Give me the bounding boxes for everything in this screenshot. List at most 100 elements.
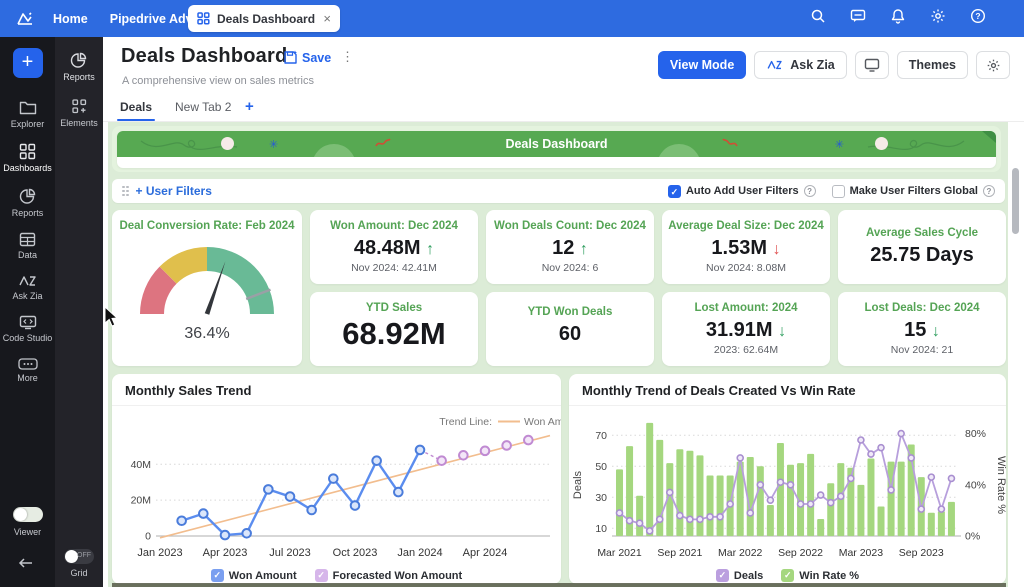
drag-handle-icon[interactable] xyxy=(122,186,129,197)
trend-arrow: ↓ xyxy=(778,323,786,340)
add-user-filters-button[interactable]: + User Filters xyxy=(136,184,212,198)
view-mode-button[interactable]: View Mode xyxy=(658,51,746,79)
next-widget-edge xyxy=(112,583,1006,587)
kpi-card-won-deals-count[interactable]: Won Deals Count: Dec 2024 12 ↑ Nov 2024:… xyxy=(486,210,654,284)
user-filters-bar: + User Filters ✓ Auto Add User Filters ?… xyxy=(112,179,1005,203)
dashboard-subtitle: A comprehensive view on sales metrics xyxy=(122,75,314,87)
legend-item[interactable]: ✓Win Rate % xyxy=(781,569,859,582)
add-tab-button[interactable]: + xyxy=(245,98,254,115)
legend-item[interactable]: ✓Deals xyxy=(716,569,763,582)
legend-checkbox[interactable]: ✓ xyxy=(716,569,729,582)
settings-gear-icon[interactable] xyxy=(930,8,946,29)
gauge-chart xyxy=(122,232,292,324)
tab-new-tab-2[interactable]: New Tab 2 xyxy=(175,100,231,114)
legend-item[interactable]: ✓Won Amount xyxy=(211,569,297,582)
kpi-card-lost-amount[interactable]: Lost Amount: 2024 31.91M ↓ 2023: 62.64M xyxy=(662,292,830,366)
collapse-sidebar-icon[interactable] xyxy=(18,556,38,575)
svg-text:Mar 2023: Mar 2023 xyxy=(839,547,884,559)
sidebar-item-ask-zia[interactable]: Ask Zia xyxy=(0,274,55,302)
home-link[interactable]: Home xyxy=(53,12,88,26)
kpi-card-won-amount[interactable]: Won Amount: Dec 2024 48.48M ↑ Nov 2024: … xyxy=(310,210,478,284)
kpi-card-average-deal-size[interactable]: Average Deal Size: Dec 2024 1.53M ↓ Nov … xyxy=(662,210,830,284)
legend-checkbox[interactable]: ✓ xyxy=(315,569,328,582)
svg-text:Mar 2022: Mar 2022 xyxy=(718,547,763,559)
notifications-bell-icon[interactable] xyxy=(890,8,906,29)
themes-button[interactable]: Themes xyxy=(897,51,968,79)
tab-deals[interactable]: Deals xyxy=(120,100,152,114)
secondary-sidebar: Reports Elements OFF Grid xyxy=(55,37,103,587)
chart-widget-deals-vs-win-rate[interactable]: Monthly Trend of Deals Created Vs Win Ra… xyxy=(569,374,1006,584)
kpi-card-lost-deals[interactable]: Lost Deals: Dec 2024 15 ↓ Nov 2024: 21 xyxy=(838,292,1006,366)
save-button[interactable]: Save xyxy=(283,50,331,65)
legend-checkbox[interactable]: ✓ xyxy=(211,569,224,582)
panel-item-reports[interactable]: Reports xyxy=(63,52,95,83)
trend-arrow: ↓ xyxy=(773,241,781,258)
sidebar-item-data[interactable]: Data xyxy=(0,232,55,261)
more-options-kebab-icon[interactable]: ⋮ xyxy=(341,49,354,65)
gear-icon xyxy=(986,58,1001,73)
help-icon[interactable]: ? xyxy=(983,185,995,197)
code-studio-icon xyxy=(19,315,37,330)
gauge-widget-deal-conversion-rate[interactable]: Deal Conversion Rate: Feb 2024 36.4% xyxy=(112,210,302,366)
kpi-card-ytd-sales[interactable]: YTD Sales 68.92M xyxy=(310,292,478,366)
dashboard-header: Deals Dashboard Save ⋮ A comprehensive v… xyxy=(103,37,1024,95)
kpi-card-average-sales-cycle[interactable]: Average Sales Cycle 25.75 Days xyxy=(838,210,1006,284)
scrollbar-thumb[interactable] xyxy=(1012,168,1019,234)
make-user-filters-global-option: Make User Filters Global ? xyxy=(832,185,995,198)
ask-zia-button[interactable]: Ask Zia xyxy=(754,51,846,79)
auto-add-checkbox[interactable]: ✓ xyxy=(668,185,681,198)
viewer-mode-toggle[interactable] xyxy=(13,507,43,522)
svg-text:0: 0 xyxy=(145,531,151,543)
legend-item[interactable]: ✓Forecasted Won Amount xyxy=(315,569,463,582)
deals-vs-win-rate-chart: 103050700%40%80%Mar 2021Sep 2021Mar 2022… xyxy=(569,406,1006,564)
help-icon[interactable]: ? xyxy=(804,185,816,197)
reports-pie-icon xyxy=(19,188,36,205)
dashboard-tabbar: Deals New Tab 2 + xyxy=(103,95,1024,122)
svg-text:Oct 2023: Oct 2023 xyxy=(333,547,378,559)
chart-legend[interactable]: ✓Won Amount ✓Forecasted Won Amount xyxy=(112,569,561,582)
zoho-analytics-logo-icon[interactable] xyxy=(15,9,35,29)
svg-text:Sep 2022: Sep 2022 xyxy=(778,547,823,559)
svg-text:Deals: Deals xyxy=(572,470,584,499)
mouse-cursor xyxy=(104,306,120,328)
svg-text:40M: 40M xyxy=(131,459,151,471)
kpi-card-ytd-won-deals[interactable]: YTD Won Deals 60 xyxy=(486,292,654,366)
legend-checkbox[interactable]: ✓ xyxy=(781,569,794,582)
create-new-button[interactable]: + xyxy=(13,48,43,78)
chart-title: Monthly Sales Trend xyxy=(112,374,561,406)
help-icon[interactable]: ? xyxy=(970,8,986,29)
sidebar-item-reports[interactable]: Reports xyxy=(0,188,55,219)
close-tab-icon[interactable]: × xyxy=(323,12,331,25)
page-title: Deals Dashboard xyxy=(121,45,287,68)
scrollbar-track[interactable] xyxy=(1008,122,1024,587)
gauge-value: 36.4% xyxy=(112,325,302,343)
data-table-icon xyxy=(19,232,36,247)
sidebar-item-more[interactable]: More xyxy=(0,358,55,384)
feedback-icon[interactable] xyxy=(850,8,866,29)
save-icon xyxy=(283,50,298,65)
active-tab-indicator xyxy=(117,119,155,122)
chart-legend[interactable]: ✓Deals ✓Win Rate % xyxy=(569,569,1006,582)
panel-item-elements[interactable]: Elements xyxy=(60,98,98,129)
banner-widget[interactable]: ✳ ✳ Deals Dashboard xyxy=(112,126,1001,172)
reports-pie-icon xyxy=(70,52,87,69)
sidebar-item-explorer[interactable]: Explorer xyxy=(0,100,55,130)
sidebar-item-code-studio[interactable]: Code Studio xyxy=(0,315,55,344)
dashboard-settings-button[interactable] xyxy=(976,51,1010,79)
svg-text:80%: 80% xyxy=(965,428,986,440)
open-dashboard-tab[interactable]: Deals Dashboard × xyxy=(188,5,340,32)
chart-widget-monthly-sales-trend[interactable]: Monthly Sales Trend 020M40MJan 2023Apr 2… xyxy=(112,374,561,584)
svg-text:Jan 2024: Jan 2024 xyxy=(397,547,442,559)
search-icon[interactable] xyxy=(810,8,826,29)
svg-text:30: 30 xyxy=(595,492,607,504)
sidebar-item-dashboards[interactable]: Dashboards xyxy=(0,143,55,174)
svg-text:70: 70 xyxy=(595,430,607,442)
zia-icon xyxy=(766,59,784,71)
more-ellipsis-icon xyxy=(18,358,38,370)
auto-add-user-filters-option: ✓ Auto Add User Filters ? xyxy=(668,185,816,198)
svg-text:Win Rate %: Win Rate % xyxy=(995,456,1006,514)
presentation-mode-button[interactable] xyxy=(855,51,889,79)
grid-toggle[interactable]: OFF xyxy=(64,549,94,564)
make-global-checkbox[interactable] xyxy=(832,185,845,198)
svg-text:Trend Line:: Trend Line: xyxy=(439,416,492,428)
